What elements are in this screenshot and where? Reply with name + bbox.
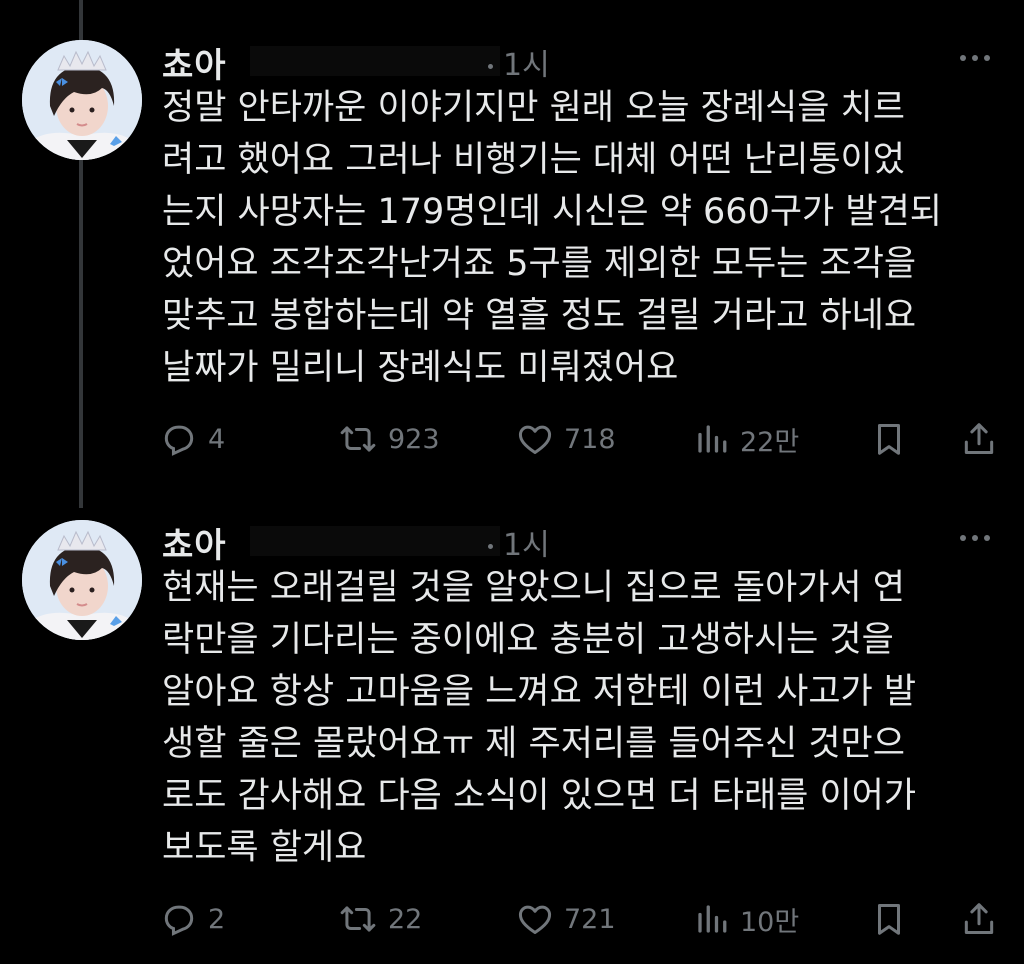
share-icon (964, 423, 994, 454)
like-button[interactable]: 718 (516, 414, 616, 464)
author-name[interactable]: 쵸아 (162, 518, 227, 567)
avatar[interactable] (22, 520, 142, 640)
tweet-text-line: 락만을 기다리는 중이에요 충분히 고생하시는 것을 (162, 620, 894, 660)
action-bar: 4 923 718 22만 (160, 414, 1005, 464)
tweet-header: 쵸아 1시 (162, 36, 1002, 86)
more-icon[interactable] (960, 46, 1000, 66)
retweet-count: 923 (388, 423, 440, 455)
reply-count: 2 (208, 903, 226, 935)
reply-button[interactable]: 2 (160, 894, 225, 944)
tweet-header: 쵸아 1시 (162, 516, 1002, 566)
tweet-text-line: 었어요 조각조각난거죠 5구를 제외한 모두는 조각을 (162, 244, 917, 284)
retweet-button[interactable]: 923 (338, 414, 440, 464)
redacted-handle (250, 46, 500, 76)
timestamp[interactable]: 1시 (488, 40, 550, 84)
timestamp[interactable]: 1시 (488, 520, 550, 564)
views-count: 10만 (740, 906, 800, 938)
action-bar: 2 22 721 10만 (160, 894, 1005, 944)
views-count: 22만 (740, 426, 800, 458)
reply-button[interactable]: 4 (160, 414, 225, 464)
views-icon (698, 905, 727, 933)
views-button[interactable]: 10만 (694, 894, 799, 944)
bookmark-button[interactable] (870, 894, 918, 944)
tweet-text-line: 정말 안타까운 이야기지만 원래 오늘 장례식을 치르 (162, 88, 905, 128)
heart-icon (518, 425, 552, 454)
views-button[interactable]: 22만 (694, 414, 799, 464)
timestamp-text: 1시 (503, 48, 550, 83)
tweet-text-line: 알아요 항상 고마움을 느껴요 저한테 이런 사고가 발 (162, 672, 917, 712)
avatar[interactable] (22, 40, 142, 160)
tweet-text-line: 생할 줄은 몰랐어요ㅠ 제 주저리를 들어주신 것만으 (162, 724, 905, 764)
retweet-icon (340, 426, 376, 452)
tweet-text-line: 로도 감사해요 다음 소식이 있으면 더 타래를 이어가 (162, 776, 917, 816)
share-button[interactable] (960, 894, 1008, 944)
retweet-count: 22 (388, 903, 423, 935)
bookmark-icon (877, 424, 901, 455)
separator-dot (488, 544, 493, 549)
tweet-text-line: 날짜가 밀리니 장례식도 미뤄졌어요 (162, 348, 679, 388)
separator-dot (488, 64, 493, 69)
share-button[interactable] (960, 414, 1008, 464)
bookmark-icon (877, 904, 901, 935)
reply-count: 4 (208, 423, 226, 455)
more-icon[interactable] (960, 526, 1000, 546)
retweet-button[interactable]: 22 (338, 894, 422, 944)
tweet-text-line: 맞추고 봉합하는데 약 열흘 정도 걸릴 거라고 하네요 (162, 296, 917, 336)
bookmark-button[interactable] (870, 414, 918, 464)
tweet-text-line: 현재는 오래걸릴 것을 알았으니 집으로 돌아가서 연 (162, 568, 905, 608)
share-icon (964, 903, 994, 934)
retweet-icon (340, 906, 376, 932)
reply-icon (164, 425, 194, 456)
tweet-text: 정말 안타까운 이야기지만 원래 오늘 장례식을 치르 려고 했어요 그러나 비… (162, 82, 982, 394)
tweet-text: 현재는 오래걸릴 것을 알았으니 집으로 돌아가서 연 락만을 기다리는 중이에… (162, 562, 982, 874)
tweet[interactable]: 쵸아 1시 정말 안타까운 이야기지만 원래 오늘 장례식을 치르 려고 했어요… (0, 0, 1024, 500)
tweet-text-line: 려고 했어요 그러나 비행기는 대체 어떤 난리통이었 (162, 140, 905, 180)
heart-icon (518, 905, 552, 934)
tweet[interactable]: 쵸아 1시 현재는 오래걸릴 것을 알았으니 집으로 돌아가서 연 락만을 기다… (0, 480, 1024, 964)
author-name[interactable]: 쵸아 (162, 38, 227, 87)
redacted-handle (250, 526, 500, 556)
like-count: 721 (564, 903, 616, 935)
tweet-text-line: 보도록 할게요 (162, 828, 367, 868)
reply-icon (164, 905, 194, 936)
like-button[interactable]: 721 (516, 894, 616, 944)
timestamp-text: 1시 (503, 528, 550, 563)
views-icon (698, 425, 727, 453)
tweet-text-line: 는지 사망자는 179명인데 시신은 약 660구가 발견되 (162, 192, 942, 232)
like-count: 718 (564, 423, 616, 455)
